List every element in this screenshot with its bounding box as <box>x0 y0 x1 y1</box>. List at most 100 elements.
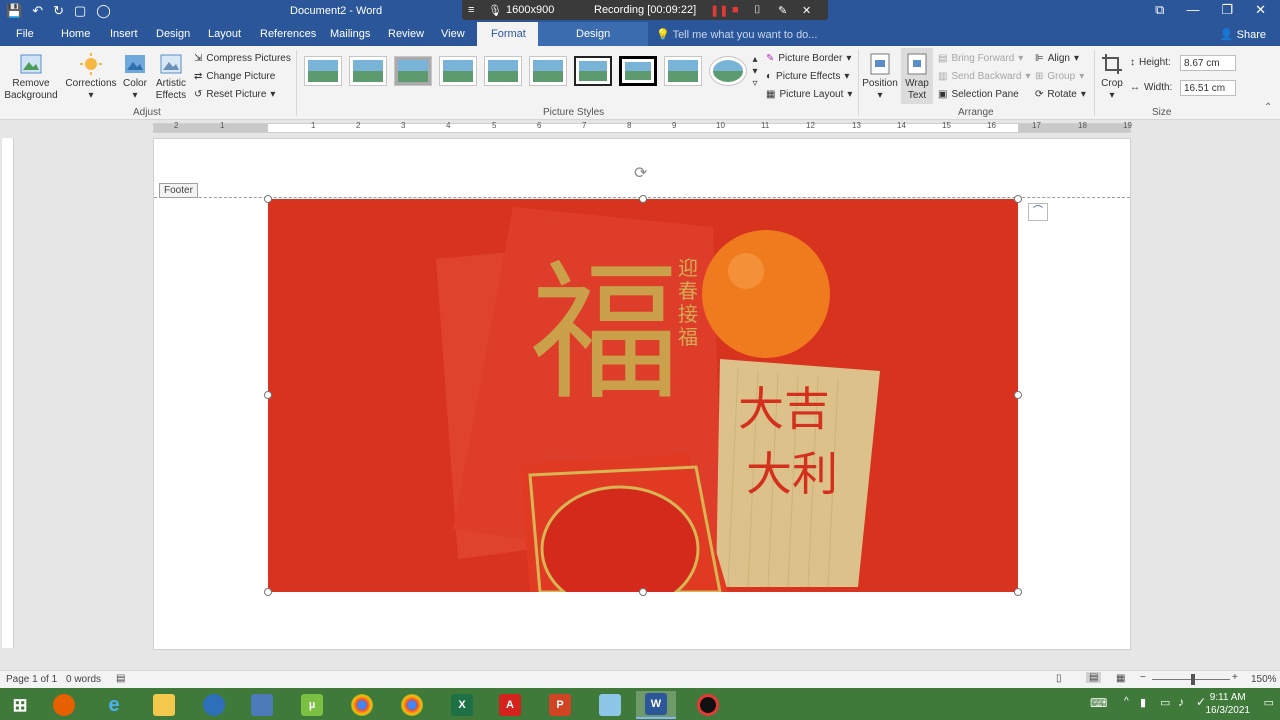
tab-insert[interactable]: Insert <box>110 28 138 40</box>
tab-header-footer-design[interactable]: Design <box>538 22 649 46</box>
internet-explorer-taskbar-button[interactable]: e <box>94 691 134 719</box>
tab-mailings[interactable]: Mailings <box>330 28 370 40</box>
tab-layout[interactable]: Layout <box>208 28 241 40</box>
vertical-ruler[interactable] <box>2 138 14 648</box>
picture-style-reflected[interactable] <box>439 56 477 86</box>
inserted-picture[interactable]: 福 迎春接福 大吉 大利 <box>268 199 1018 592</box>
chrome-dev-taskbar-button[interactable] <box>194 691 234 719</box>
resize-handle-top-right[interactable] <box>1014 195 1022 203</box>
web-layout-icon[interactable]: ▦ <box>1116 673 1125 684</box>
utorrent-taskbar-button[interactable]: µ <box>292 691 332 719</box>
tab-design[interactable]: Design <box>156 28 190 40</box>
picture-style-shadow[interactable] <box>394 56 432 86</box>
zoom-slider-thumb[interactable] <box>1191 674 1195 685</box>
send-backward-button[interactable]: ▥ Send Backward ▾ <box>938 68 1031 84</box>
close-recording-icon[interactable]: ✕ <box>802 4 811 17</box>
resize-handle-right[interactable] <box>1014 391 1022 399</box>
wrap-text-button[interactable]: Wrap Text <box>901 48 933 104</box>
notification-icon[interactable]: ▭ <box>1264 696 1274 709</box>
ribbon-display-options-icon[interactable]: ⧉ <box>1155 2 1164 18</box>
remote-desktop-taskbar-button[interactable] <box>242 691 282 719</box>
share-button[interactable]: 👤 Share <box>1220 28 1266 41</box>
zoom-out-icon[interactable]: − <box>1140 672 1146 683</box>
picture-style-drop-shadow[interactable] <box>664 56 702 86</box>
position-button[interactable]: Position ▾ <box>862 52 898 102</box>
firefox-taskbar-button[interactable] <box>44 691 84 719</box>
resize-handle-left[interactable] <box>264 391 272 399</box>
remove-background-button[interactable]: Remove Background <box>4 52 58 102</box>
align-button[interactable]: ⊫ Align ▾ <box>1035 50 1079 66</box>
notes-taskbar-button[interactable] <box>590 691 630 719</box>
horizontal-ruler[interactable]: 2 1 1 2 3 4 5 6 7 8 9 10 11 12 13 14 15 … <box>0 120 1280 136</box>
document-page[interactable]: ⟳ Footer 福 迎春接福 大吉 大利 ⌒ <box>153 138 1131 650</box>
save-icon[interactable]: 💾 <box>6 3 22 19</box>
proofing-icon[interactable]: ▤ <box>116 673 125 684</box>
recorder-taskbar-button[interactable] <box>688 691 728 719</box>
picture-border-button[interactable]: ✎ Picture Border ▾ <box>766 50 851 66</box>
layout-options-button[interactable]: ⌒ <box>1028 203 1048 221</box>
network-icon[interactable]: ▮ <box>1140 696 1146 709</box>
resize-handle-bottom-right[interactable] <box>1014 588 1022 596</box>
redo-icon[interactable]: ↻ <box>53 3 64 19</box>
start-button[interactable]: ⊞ <box>0 691 40 719</box>
collapse-ribbon-icon[interactable]: ⌃ <box>1264 102 1272 113</box>
footer-tag[interactable]: Footer <box>159 183 198 198</box>
picture-style-black-frame[interactable] <box>574 56 612 86</box>
print-layout-icon[interactable]: ▤ <box>1086 672 1102 683</box>
resize-handle-bottom-left[interactable] <box>264 588 272 596</box>
pencil-icon[interactable]: ✎ <box>778 4 787 17</box>
word-taskbar-button[interactable]: W <box>636 691 676 719</box>
page-count[interactable]: Page 1 of 1 <box>6 674 57 685</box>
rotate-handle-icon[interactable]: ⟳ <box>634 163 647 183</box>
read-mode-icon[interactable]: ▯ <box>1056 673 1062 684</box>
picture-style-soft-edge[interactable] <box>484 56 522 86</box>
system-clock[interactable]: 9:11 AM 16/3/2021 <box>1206 691 1251 717</box>
volume-icon[interactable]: ♪ <box>1178 695 1184 709</box>
tab-home[interactable]: Home <box>61 28 90 40</box>
minimize-icon[interactable]: — <box>1186 2 1199 18</box>
zoom-level[interactable]: 150% <box>1251 674 1277 685</box>
crop-button[interactable]: Crop ▾ <box>1098 52 1126 102</box>
resize-handle-bottom[interactable] <box>639 588 647 596</box>
rotate-button[interactable]: ⟳ Rotate ▾ <box>1035 86 1086 102</box>
excel-taskbar-button[interactable]: X <box>442 691 482 719</box>
resize-handle-top-left[interactable] <box>264 195 272 203</box>
close-icon[interactable]: ✕ <box>1255 2 1266 18</box>
gallery-more-button[interactable]: ▴ ▾ ▿ <box>750 54 760 90</box>
restore-icon[interactable]: ❐ <box>1221 2 1233 18</box>
corrections-button[interactable]: Corrections ▾ <box>64 52 118 102</box>
chrome-taskbar-button[interactable] <box>342 691 382 719</box>
picture-style-oval[interactable] <box>709 56 747 86</box>
menu-icon[interactable]: ≡ <box>468 4 474 16</box>
tab-picture-format[interactable]: Format <box>477 22 540 46</box>
undo-icon[interactable]: ↶ <box>32 3 43 19</box>
acrobat-taskbar-button[interactable]: A <box>490 691 530 719</box>
color-button[interactable]: Color ▾ <box>120 52 150 102</box>
microphone-icon[interactable]: 🎙 <box>488 4 502 17</box>
powerpoint-taskbar-button[interactable]: P <box>540 691 580 719</box>
camera-icon[interactable]: ⌷ <box>754 4 761 17</box>
compress-pictures-button[interactable]: ⇲ Compress Pictures <box>194 50 291 66</box>
group-button[interactable]: ⊞ Group ▾ <box>1035 68 1084 84</box>
picture-style-rounded[interactable] <box>529 56 567 86</box>
selection-pane-button[interactable]: ▣ Selection Pane <box>938 86 1019 102</box>
tray-overflow-icon[interactable]: ^ <box>1124 696 1129 707</box>
battery-icon[interactable]: ▭ <box>1160 696 1170 709</box>
artistic-effects-button[interactable]: Artistic Effects <box>152 52 190 102</box>
change-picture-button[interactable]: ⇄ Change Picture <box>194 68 275 84</box>
resize-handle-top[interactable] <box>639 195 647 203</box>
picture-style-beveled[interactable] <box>349 56 387 86</box>
picture-style-thick-black[interactable] <box>619 56 657 86</box>
chrome-second-taskbar-button[interactable] <box>392 691 432 719</box>
pause-icon[interactable]: ❚❚ <box>710 4 728 17</box>
reset-picture-button[interactable]: ↺ Reset Picture ▾ <box>194 86 275 102</box>
picture-style-simple-frame[interactable] <box>304 56 342 86</box>
tab-references[interactable]: References <box>260 28 316 40</box>
shape-icon[interactable]: ◯ <box>96 3 111 19</box>
new-document-icon[interactable]: ▢ <box>74 3 86 19</box>
tab-view[interactable]: View <box>441 28 465 40</box>
tell-me-search[interactable]: 💡 Tell me what you want to do... <box>656 28 817 41</box>
stop-icon[interactable]: ■ <box>732 4 739 16</box>
width-input[interactable]: 16.51 cm <box>1180 80 1236 96</box>
picture-layout-button[interactable]: ▦ Picture Layout ▾ <box>766 86 852 102</box>
